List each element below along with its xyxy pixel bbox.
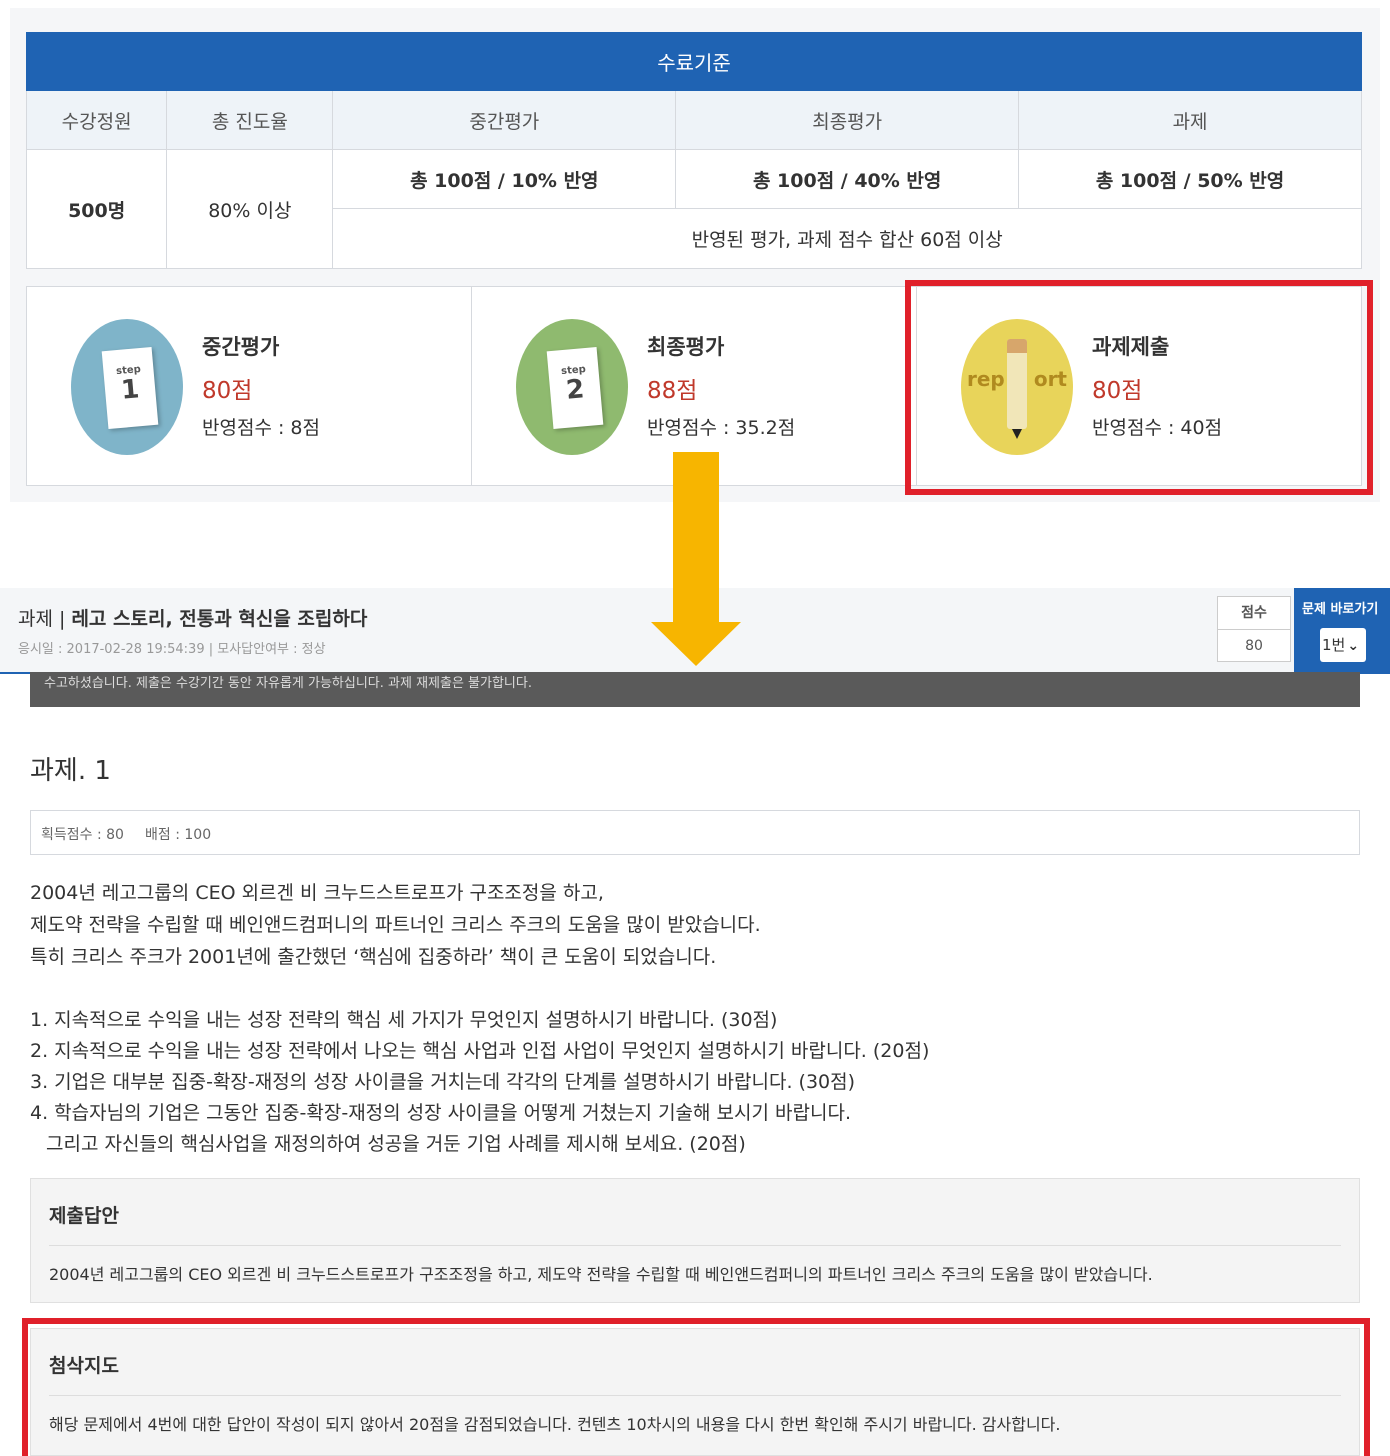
submitted-answer-box: 제출답안 2004년 레고그룹의 CEO 외르겐 비 크누드스트로프가 구조조정… (30, 1178, 1360, 1303)
submitted-heading: 제출답안 (49, 1205, 119, 1227)
criteria-header: 수료기준 (26, 32, 1362, 91)
assignment-title: 과제. 1 (30, 756, 111, 786)
final-value: 총 100점 / 40% 반영 (675, 149, 1020, 209)
arrow-head-icon (651, 622, 741, 666)
col-capacity: 수강정원 (25, 90, 168, 150)
description-line: 제도약 전략을 수립할 때 베인앤드컴퍼니의 파트너인 크리스 주크의 도움을 … (30, 914, 761, 936)
question-item: 4. 학습자님의 기업은 그동안 집중-확장-재정의 성장 사이클을 어떻게 거… (30, 1102, 851, 1124)
course-title: 레고 스토리, 전통과 혁신을 조립하다 (71, 608, 368, 630)
question-goto-panel: 문제 바로가기 1번 ⌄ (1294, 588, 1390, 674)
col-midterm: 중간평가 (332, 90, 677, 150)
card-title: 중간평가 (202, 335, 280, 359)
arrow-down-icon (673, 452, 719, 624)
card-reflect-score: 반영점수 : 35.2점 (647, 417, 796, 439)
question-select[interactable]: 1번 ⌄ (1320, 628, 1366, 662)
progress-value: 80% 이상 (166, 149, 334, 269)
submission-meta: 응시일 : 2017-02-28 19:54:39 | 모사답안여부 : 정상 (18, 642, 326, 657)
description-line: 2004년 레고그룹의 CEO 외르겐 비 크누드스트로프가 구조조정을 하고, (30, 882, 604, 904)
question-item: 그리고 자신들의 핵심사업을 재정의하여 성공을 거둔 기업 사례를 제시해 보… (46, 1133, 746, 1155)
question-item: 2. 지속적으로 수익을 내는 성장 전략에서 나오는 핵심 사업과 인접 사업… (30, 1040, 930, 1062)
step2-icon: step 2 (516, 319, 628, 455)
chevron-down-icon: ⌄ (1347, 638, 1360, 654)
card-score: 80점 (202, 378, 253, 404)
score-value: 80 (1245, 638, 1263, 654)
card-score: 88점 (647, 378, 698, 404)
col-progress: 총 진도율 (166, 90, 334, 150)
score-summary: 획득점수 : 80 배점 : 100 (30, 810, 1360, 855)
goto-label: 문제 바로가기 (1302, 602, 1379, 617)
score-box: 점수 80 (1217, 596, 1291, 662)
question-item: 1. 지속적으로 수익을 내는 성장 전략의 핵심 세 가지가 무엇인지 설명하… (30, 1009, 778, 1031)
criteria-table: 수료기준 수강정원 총 진도율 중간평가 최종평가 과제 500명 80% 이상… (25, 32, 1362, 269)
highlight-box-feedback (22, 1318, 1370, 1456)
score-label: 점수 (1218, 597, 1290, 630)
divider (49, 1245, 1341, 1246)
col-assignment: 과제 (1018, 90, 1362, 150)
step1-icon: step 1 (71, 319, 183, 455)
card-midterm[interactable]: step 1 중간평가 80점 반영점수 : 8점 (27, 287, 472, 485)
title-prefix: 과제 | (18, 608, 72, 630)
midterm-value: 총 100점 / 10% 반영 (332, 149, 677, 209)
card-reflect-score: 반영점수 : 8점 (202, 417, 320, 439)
earned-score: 획득점수 : 80 (41, 827, 124, 843)
notice-strip: 수고하셨습니다. 제출은 수강기간 동안 자유롭게 가능하십니다. 과제 재제출… (30, 672, 1360, 707)
card-title: 최종평가 (647, 335, 725, 359)
max-points: 배점 : 100 (145, 827, 212, 843)
submitted-text: 2004년 레고그룹의 CEO 외르겐 비 크누드스트로프가 구조조정을 하고,… (49, 1265, 1153, 1284)
col-final: 최종평가 (675, 90, 1020, 150)
assignment-header-title: 과제 | 레고 스토리, 전통과 혁신을 조립하다 (18, 604, 367, 631)
step-number: 2 (564, 374, 586, 406)
step-number: 1 (119, 374, 141, 406)
notice-text: 수고하셨습니다. 제출은 수강기간 동안 자유롭게 가능하십니다. 과제 재제출… (44, 676, 532, 691)
assignment-value: 총 100점 / 50% 반영 (1018, 149, 1362, 209)
question-select-value: 1번 (1322, 636, 1346, 654)
capacity-value: 500명 (25, 149, 168, 269)
description-line: 특히 크리스 주크가 2001년에 출간했던 ‘핵심에 집중하라’ 책이 큰 도… (30, 946, 717, 968)
highlight-box-report (905, 280, 1373, 495)
total-rule: 반영된 평가, 과제 점수 합산 60점 이상 (332, 208, 1362, 269)
question-item: 3. 기업은 대부분 집중-확장-재정의 성장 사이클을 거치는데 각각의 단계… (30, 1071, 856, 1093)
